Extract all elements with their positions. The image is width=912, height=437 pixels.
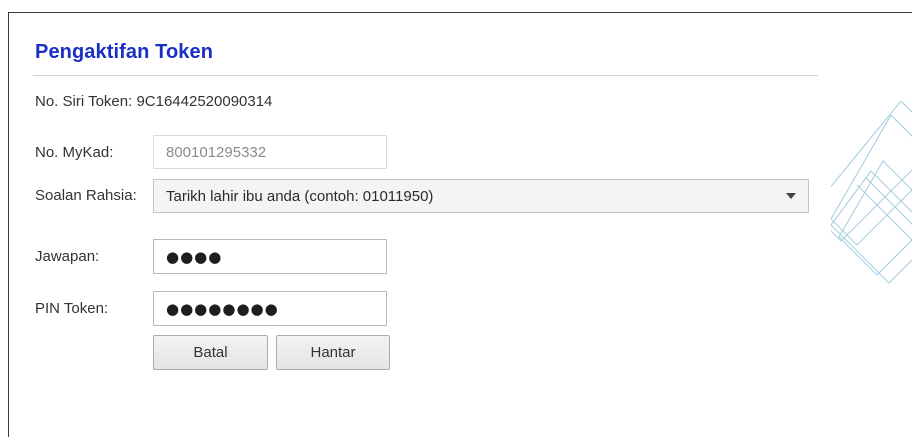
answer-masked-value: ●●●● [166, 247, 223, 266]
token-activation-window: Pengaktifan Token No. Siri Token: 9C1644… [8, 12, 912, 437]
secret-question-value: Tarikh lahir ibu anda (contoh: 01011950) [166, 187, 434, 205]
diamond-lines-decoration [831, 101, 912, 284]
token-serial-row: No. Siri Token: 9C16442520090314 [35, 93, 272, 110]
pin-password-input[interactable]: ●●●●●●●● [153, 291, 387, 326]
secret-question-select[interactable]: Tarikh lahir ibu anda (contoh: 01011950) [153, 179, 809, 213]
page-title: Pengaktifan Token [35, 41, 214, 63]
title-divider [33, 75, 818, 76]
token-serial-label: No. Siri Token: [35, 93, 133, 110]
mykad-input[interactable]: 800101295332 [153, 135, 387, 169]
token-serial-value: 9C16442520090314 [136, 93, 273, 110]
pin-masked-value: ●●●●●●●● [166, 299, 279, 318]
pin-label: PIN Token: [35, 300, 109, 317]
submit-button[interactable]: Hantar [276, 335, 390, 370]
cancel-button[interactable]: Batal [153, 335, 268, 370]
mykad-placeholder: 800101295332 [166, 143, 267, 161]
answer-password-input[interactable]: ●●●● [153, 239, 387, 274]
chevron-down-icon[interactable] [786, 193, 796, 199]
mykad-label: No. MyKad: [35, 144, 114, 161]
answer-label: Jawapan: [35, 248, 100, 265]
secret-question-label: Soalan Rahsia: [35, 187, 137, 204]
